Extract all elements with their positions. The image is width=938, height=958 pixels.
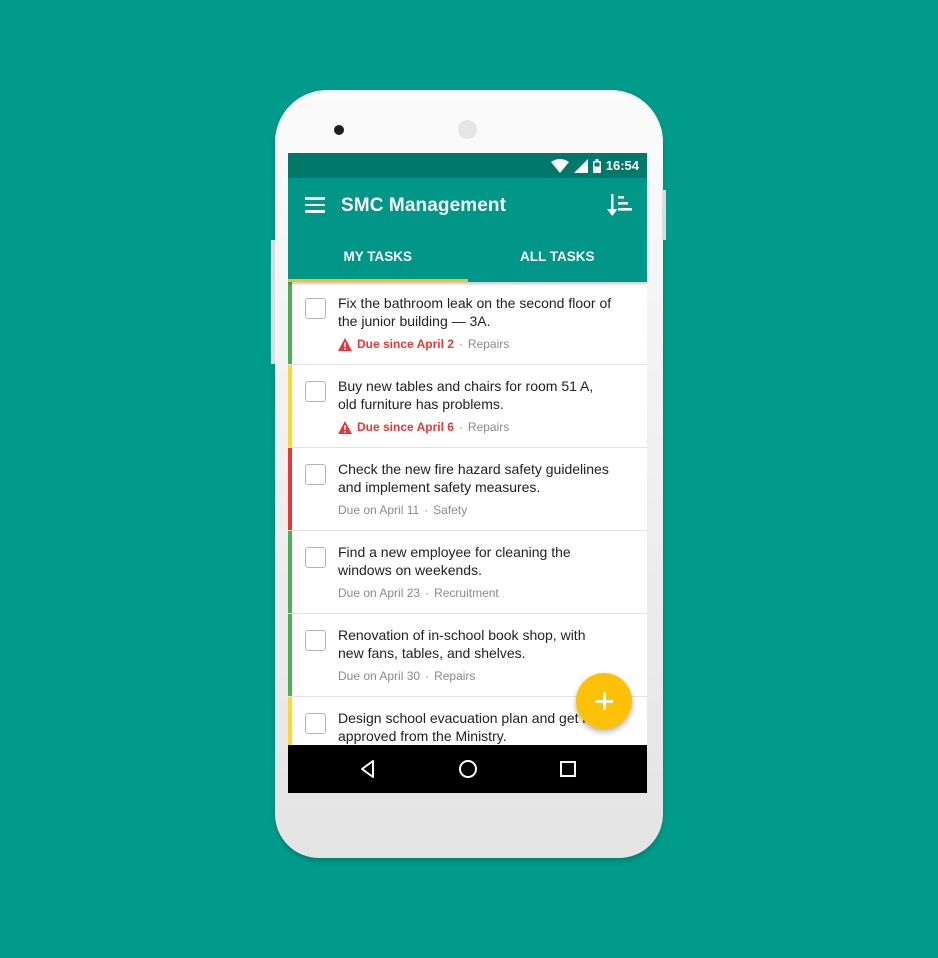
app-title: SMC Management xyxy=(341,195,507,216)
meta-separator: · xyxy=(424,503,429,517)
task-checkbox[interactable] xyxy=(305,630,326,651)
task-category: Recruitment xyxy=(434,586,499,600)
meta-separator: · xyxy=(425,669,430,683)
priority-indicator xyxy=(288,282,292,364)
system-nav-bar xyxy=(288,745,647,793)
task-category: Repairs xyxy=(467,420,510,434)
priority-indicator xyxy=(288,614,292,696)
task-checkbox[interactable] xyxy=(305,547,326,568)
volume-button xyxy=(271,240,275,364)
status-time: 16:54 xyxy=(605,158,639,173)
task-title: Check the new fire hazard safety guideli… xyxy=(338,461,609,495)
signal-icon xyxy=(573,158,588,173)
tab-my-tasks[interactable]: MY TASKS xyxy=(288,233,468,282)
task-title: Fix the bathroom leak on the second floo… xyxy=(338,295,612,329)
wifi-icon xyxy=(550,158,569,173)
task-row[interactable]: Find a new employee for cleaning the win… xyxy=(288,531,647,614)
tab-all-tasks[interactable]: ALL TASKS xyxy=(468,233,648,282)
tab-bar: MY TASKS ALL TASKS xyxy=(288,233,647,282)
task-meta: Due on April 11 · Safety xyxy=(338,503,467,517)
priority-indicator xyxy=(288,365,292,447)
task-title: Renovation of in-school book shop, with … xyxy=(338,627,586,661)
task-title: Buy new tables and chairs for room 51 A,… xyxy=(338,378,594,412)
task-category: Repairs xyxy=(434,669,476,683)
task-category: Safety xyxy=(433,503,468,517)
home-icon[interactable] xyxy=(458,759,478,779)
power-button xyxy=(662,190,666,240)
task-meta: Due since April 2 · Repairs xyxy=(338,337,509,351)
add-task-button[interactable] xyxy=(576,673,632,729)
priority-indicator xyxy=(288,531,292,613)
task-due: Due on April 23 xyxy=(338,586,421,600)
task-meta: Due on April 30 · Repairs xyxy=(338,669,475,683)
back-icon[interactable] xyxy=(358,759,378,779)
warning-icon xyxy=(338,337,352,351)
task-checkbox[interactable] xyxy=(305,381,326,402)
meta-separator: · xyxy=(458,337,463,351)
battery-icon xyxy=(592,158,601,173)
task-due: Due since April 2 xyxy=(357,337,454,351)
task-due: Due since April 6 xyxy=(357,420,454,434)
menu-icon[interactable] xyxy=(305,197,325,213)
status-bar: 16:54 xyxy=(288,153,647,178)
task-checkbox[interactable] xyxy=(305,298,326,319)
task-category: Repairs xyxy=(467,337,510,351)
task-row[interactable]: Fix the bathroom leak on the second floo… xyxy=(288,282,647,365)
task-due: Due on April 11 xyxy=(338,503,420,517)
warning-icon xyxy=(338,420,352,434)
task-checkbox[interactable] xyxy=(305,464,326,485)
task-row[interactable]: Buy new tables and chairs for room 51 A,… xyxy=(288,365,647,448)
app-bar: SMC Management xyxy=(288,178,647,233)
task-meta: Due on April 23 · Recruitment xyxy=(338,586,499,600)
recents-icon[interactable] xyxy=(558,759,578,779)
task-title: Find a new employee for cleaning the win… xyxy=(338,544,571,578)
task-row[interactable]: Check the new fire hazard safety guideli… xyxy=(288,448,647,531)
task-checkbox[interactable] xyxy=(305,713,326,734)
priority-indicator xyxy=(288,448,292,530)
front-camera xyxy=(334,125,344,135)
meta-separator: · xyxy=(458,420,463,434)
task-meta: Due since April 6 · Repairs xyxy=(338,420,509,434)
meta-separator: · xyxy=(425,586,430,600)
proximity-sensor xyxy=(458,120,477,139)
sort-icon[interactable] xyxy=(606,192,634,218)
app-screen: 16:54 SMC Management MY TASKS ALL TASKS … xyxy=(288,153,647,793)
task-due: Due on April 30 xyxy=(338,669,421,683)
